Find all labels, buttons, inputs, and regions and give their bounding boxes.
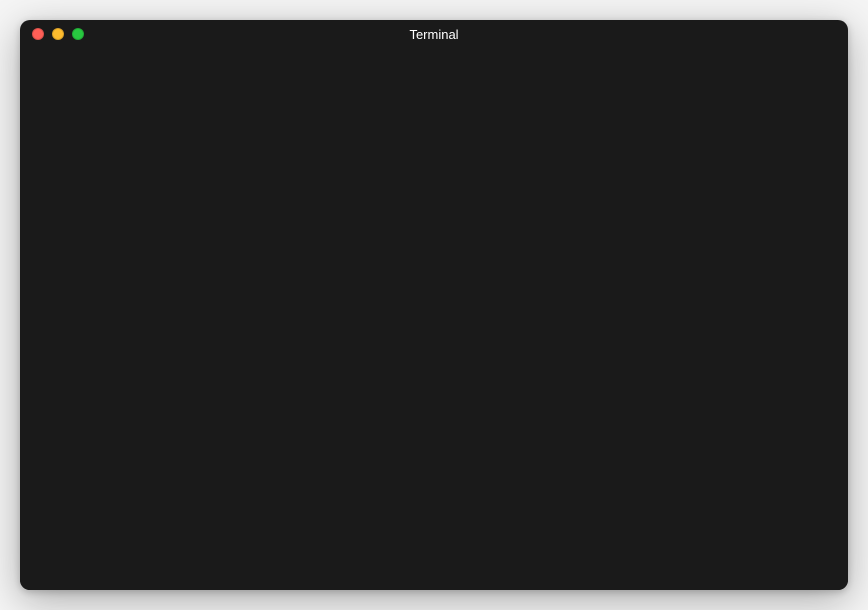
traffic-lights <box>32 28 84 40</box>
zoom-button[interactable] <box>72 28 84 40</box>
terminal-body[interactable] <box>20 48 848 590</box>
terminal-window: Terminal <box>20 20 848 590</box>
close-button[interactable] <box>32 28 44 40</box>
window-title: Terminal <box>20 27 848 42</box>
titlebar[interactable]: Terminal <box>20 20 848 48</box>
minimize-button[interactable] <box>52 28 64 40</box>
